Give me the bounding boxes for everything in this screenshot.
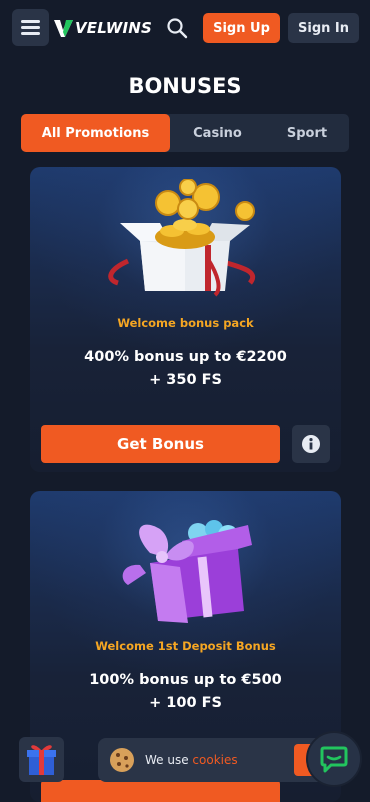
bonus-headline: 400% bonus up to €2200 + 350 FS <box>30 346 341 392</box>
search-icon[interactable] <box>166 17 188 39</box>
purple-gift-gems-image <box>122 520 252 623</box>
cookie-text: We use cookies <box>145 753 238 767</box>
info-icon <box>302 435 320 453</box>
floating-gift-button[interactable] <box>19 737 64 782</box>
bonus-headline-line1: 400% bonus up to €2200 <box>84 349 287 365</box>
bonus-headline-line1: 100% bonus up to €500 <box>89 672 282 688</box>
info-button[interactable] <box>292 425 330 463</box>
get-bonus-button[interactable] <box>41 780 280 802</box>
bonus-headline-line2: + 100 FS <box>149 695 222 711</box>
sign-up-button[interactable]: Sign Up <box>203 13 280 43</box>
bonus-card: Welcome bonus pack 400% bonus up to €220… <box>30 167 341 472</box>
bonus-subtitle: Welcome 1st Deposit Bonus <box>95 639 276 653</box>
live-chat-button[interactable] <box>306 731 362 787</box>
tab-all-promotions[interactable]: All Promotions <box>21 114 170 152</box>
site-header: VELWINS Sign Up Sign In <box>0 0 370 56</box>
sign-in-button[interactable]: Sign In <box>288 13 359 43</box>
menu-line <box>21 32 40 35</box>
promotion-tabs: All Promotions Casino Sport <box>21 114 349 152</box>
logo-text: VELWINS <box>75 19 152 37</box>
tab-casino[interactable]: Casino <box>170 114 265 152</box>
bonus-subtitle: Welcome bonus pack <box>117 316 254 330</box>
cookie-text-prefix: We use <box>145 753 193 767</box>
page-title: BONUSES <box>128 74 242 98</box>
hamburger-menu-button[interactable] <box>12 9 49 46</box>
cookies-link[interactable]: cookies <box>192 753 237 767</box>
logo[interactable]: VELWINS <box>52 16 152 40</box>
get-bonus-button[interactable]: Get Bonus <box>41 425 280 463</box>
gift-icon <box>27 745 56 775</box>
menu-line <box>21 26 40 29</box>
chat-icon <box>320 746 348 773</box>
logo-v-icon <box>54 20 73 37</box>
menu-line <box>21 20 40 23</box>
gift-box-coins-image <box>108 179 255 297</box>
cookie-icon <box>110 748 134 772</box>
tab-sport[interactable]: Sport <box>265 114 349 152</box>
cookie-banner: We use cookies <box>98 738 338 782</box>
bonus-headline: 100% bonus up to €500 + 100 FS <box>30 669 341 715</box>
bonus-headline-line2: + 350 FS <box>149 372 222 388</box>
